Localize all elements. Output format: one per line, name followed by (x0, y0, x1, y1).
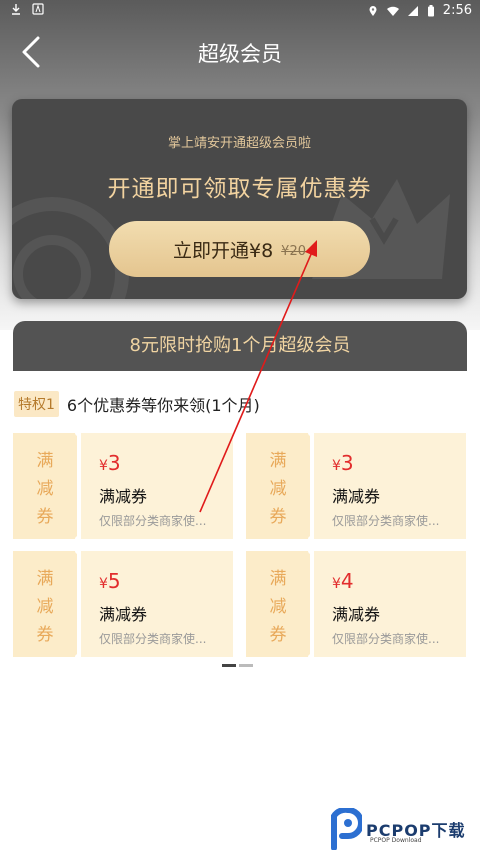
watermark: PCPOP下载 PCPOP Download (330, 805, 466, 853)
annotation-arrow (199, 240, 317, 513)
pcpop-logo-icon (331, 808, 362, 850)
watermark-sub: PCPOP Download (370, 837, 422, 844)
